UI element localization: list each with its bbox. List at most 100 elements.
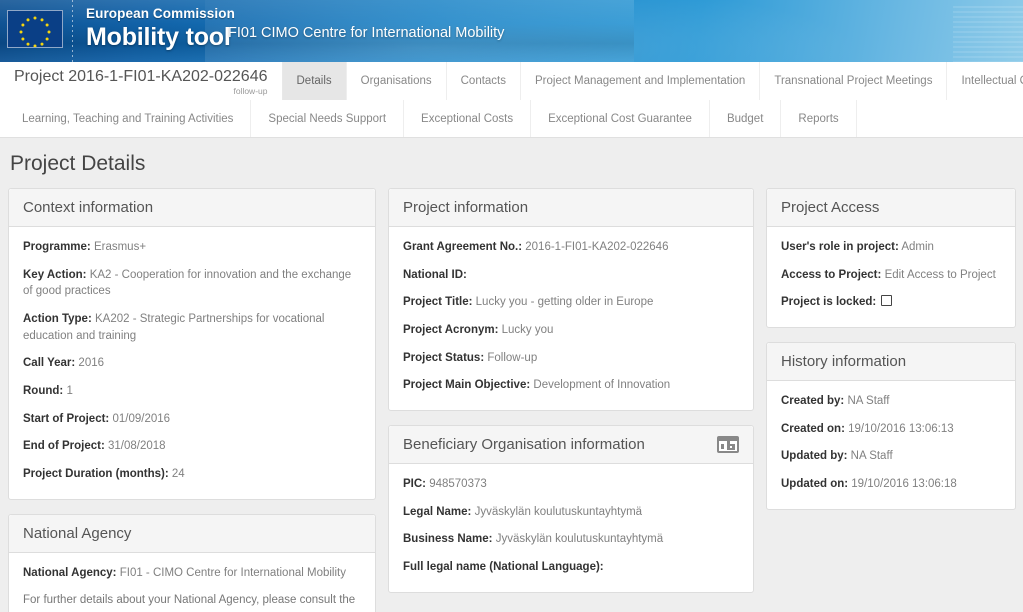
field-call-year-label: Call Year: — [23, 357, 76, 370]
field-created-by: Created by: NA Staff — [781, 393, 1001, 410]
tab-special-needs-label: Special Needs Support — [268, 112, 387, 125]
field-project-status: Project Status: Follow-up — [403, 350, 739, 367]
field-action-type-label: Action Type: — [23, 313, 92, 326]
tab-special-needs-support[interactable]: Special Needs Support — [251, 100, 405, 137]
tab-bar: Project 2016-1-FI01-KA202-022646 follow-… — [0, 62, 1023, 138]
field-business-name-label: Business Name: — [403, 533, 493, 546]
column-middle: Project information Grant Agreement No.:… — [388, 188, 754, 593]
project-locked-checkbox[interactable] — [881, 295, 893, 307]
tab-exceptional-cost-guarantee[interactable]: Exceptional Cost Guarantee — [531, 100, 710, 137]
field-business-name-value: Jyväskylän koulutuskuntayhtymä — [495, 533, 664, 546]
field-project-status-label: Project Status: — [403, 351, 485, 364]
field-key-action: Key Action: KA2 - Cooperation for innova… — [23, 267, 361, 300]
panel-beneficiary-organisation-header: Beneficiary Organisation information — [389, 426, 753, 465]
panel-project-access-body: User's role in project: Admin Access to … — [767, 227, 1015, 327]
app-header: European Commission Mobility tool FI01 C… — [0, 0, 1023, 62]
field-project-status-value: Follow-up — [487, 351, 538, 364]
tab-learning-teaching-and-training-activities[interactable]: Learning, Teaching and Training Activiti… — [0, 100, 252, 137]
field-project-acronym: Project Acronym: Lucky you — [403, 322, 739, 339]
tab-organisations-label: Organisations — [360, 75, 432, 87]
field-project-main-objective-value: Development of Innovation — [533, 379, 671, 392]
header-divider-dots — [72, 0, 73, 62]
eu-flag-icon — [7, 10, 63, 48]
tab-project-management-label: Project Management and Implementation — [535, 75, 746, 87]
field-project-duration-value: 24 — [171, 468, 185, 481]
tab-contacts[interactable]: Contacts — [447, 62, 522, 100]
tab-learning-activities-label: Learning, Teaching and Training Activiti… — [22, 112, 234, 125]
field-pic-label: PIC: — [403, 478, 426, 491]
tab-details[interactable]: Details — [282, 62, 347, 100]
field-created-on-label: Created on: — [781, 422, 845, 435]
field-pic: PIC: 948570373 — [403, 476, 739, 493]
field-updated-on-value: 19/10/2016 13:06:18 — [851, 478, 957, 491]
column-right: Project Access User's role in project: A… — [766, 188, 1016, 510]
panel-project-information-header: Project information — [389, 189, 753, 227]
field-legal-name-value: Jyväskylän koulutuskuntayhtymä — [474, 505, 643, 518]
tab-intellectual-outputs[interactable]: Intellectual Outputs — [947, 62, 1023, 100]
tab-exceptional-costs-label: Exceptional Costs — [421, 112, 514, 125]
panel-national-agency-title: National Agency — [23, 524, 132, 542]
panel-project-information-title: Project information — [403, 199, 529, 216]
field-created-by-value: NA Staff — [847, 395, 890, 408]
field-project-title-label: Project Title: — [403, 296, 473, 309]
field-project-duration: Project Duration (months): 24 — [23, 466, 361, 483]
panel-history-information: History information Created by: NA Staff… — [766, 342, 1016, 510]
field-round-value: 1 — [66, 385, 73, 398]
column-left: Context information Programme: Erasmus+ … — [8, 188, 376, 612]
field-national-agency-label: National Agency: — [23, 566, 117, 579]
field-grant-agreement-no-label: Grant Agreement No.: — [403, 241, 523, 253]
field-users-role-in-project: User's role in project: Admin — [781, 239, 1001, 256]
tab-exceptional-cost-guarantee-label: Exceptional Cost Guarantee — [548, 112, 692, 125]
field-pic-value: 948570373 — [429, 478, 487, 491]
tab-budget[interactable]: Budget — [710, 100, 782, 137]
field-business-name: Business Name: Jyväskylän koulutuskuntay… — [403, 531, 739, 548]
field-programme-label: Programme: — [23, 241, 91, 253]
project-title-cell: Project 2016-1-FI01-KA202-022646 follow-… — [0, 62, 283, 100]
field-round-label: Round: — [23, 385, 64, 398]
field-users-role-value: Admin — [901, 241, 934, 253]
main-content: Context information Programme: Erasmus+ … — [0, 188, 1023, 612]
field-created-by-label: Created by: — [781, 395, 845, 408]
field-call-year: Call Year: 2016 — [23, 355, 361, 372]
tab-contacts-label: Contacts — [460, 75, 507, 87]
panel-beneficiary-organisation-title: Beneficiary Organisation information — [403, 436, 645, 454]
tab-organisations[interactable]: Organisations — [347, 62, 447, 100]
field-start-of-project-value: 01/09/2016 — [112, 412, 171, 425]
field-round: Round: 1 — [23, 383, 361, 400]
panel-project-information-body: Grant Agreement No.: 2016-1-FI01-KA202-0… — [389, 227, 753, 410]
tab-exceptional-costs[interactable]: Exceptional Costs — [404, 100, 532, 137]
field-access-to-project: Access to Project: Edit Access to Projec… — [781, 267, 1001, 284]
field-national-agency-value: FI01 - CIMO Centre for International Mob… — [119, 566, 346, 579]
panel-beneficiary-organisation-body: PIC: 948570373 Legal Name: Jyväskylän ko… — [389, 464, 753, 592]
tab-transnational-project-meetings[interactable]: Transnational Project Meetings — [760, 62, 948, 100]
header-building-graphic — [953, 6, 1023, 62]
panel-context-information-header: Context information — [9, 189, 375, 227]
field-call-year-value: 2016 — [78, 357, 105, 370]
project-status-subtitle: follow-up — [233, 85, 268, 96]
field-full-legal-name-national-language: Full legal name (National Language): — [403, 559, 739, 576]
field-start-of-project: Start of Project: 01/09/2016 — [23, 411, 361, 428]
tab-transnational-meetings-label: Transnational Project Meetings — [774, 75, 933, 87]
table-grid-icon[interactable] — [717, 436, 739, 454]
field-key-action-label: Key Action: — [23, 268, 87, 281]
panel-context-information-title: Context information — [23, 199, 154, 216]
field-access-to-project-label: Access to Project: — [781, 268, 882, 281]
field-full-legal-name-label: Full legal name (National Language): — [403, 561, 604, 574]
tab-row-secondary-spacer — [857, 100, 1023, 137]
field-created-on: Created on: 19/10/2016 13:06:13 — [781, 421, 1001, 438]
brand-line-european-commission: European Commission — [86, 6, 235, 21]
panel-context-information: Context information Programme: Erasmus+ … — [8, 188, 376, 500]
tab-project-management-and-implementation[interactable]: Project Management and Implementation — [521, 62, 761, 100]
field-programme: Programme: Erasmus+ — [23, 239, 361, 256]
panel-national-agency-body: National Agency: FI01 - CIMO Centre for … — [9, 553, 375, 612]
field-legal-name: Legal Name: Jyväskylän koulutuskuntayhty… — [403, 504, 739, 521]
panel-history-information-header: History information — [767, 343, 1015, 382]
tab-reports[interactable]: Reports — [781, 100, 857, 137]
panel-project-access: Project Access User's role in project: A… — [766, 188, 1016, 329]
brand-logo[interactable]: European Commission Mobility tool — [86, 7, 235, 50]
field-national-id-label: National ID: — [403, 268, 467, 281]
field-project-acronym-value: Lucky you — [501, 324, 554, 337]
field-access-to-project-value[interactable]: Edit Access to Project — [885, 269, 996, 281]
field-project-acronym-label: Project Acronym: — [403, 324, 499, 337]
field-national-agency: National Agency: FI01 - CIMO Centre for … — [23, 565, 361, 582]
